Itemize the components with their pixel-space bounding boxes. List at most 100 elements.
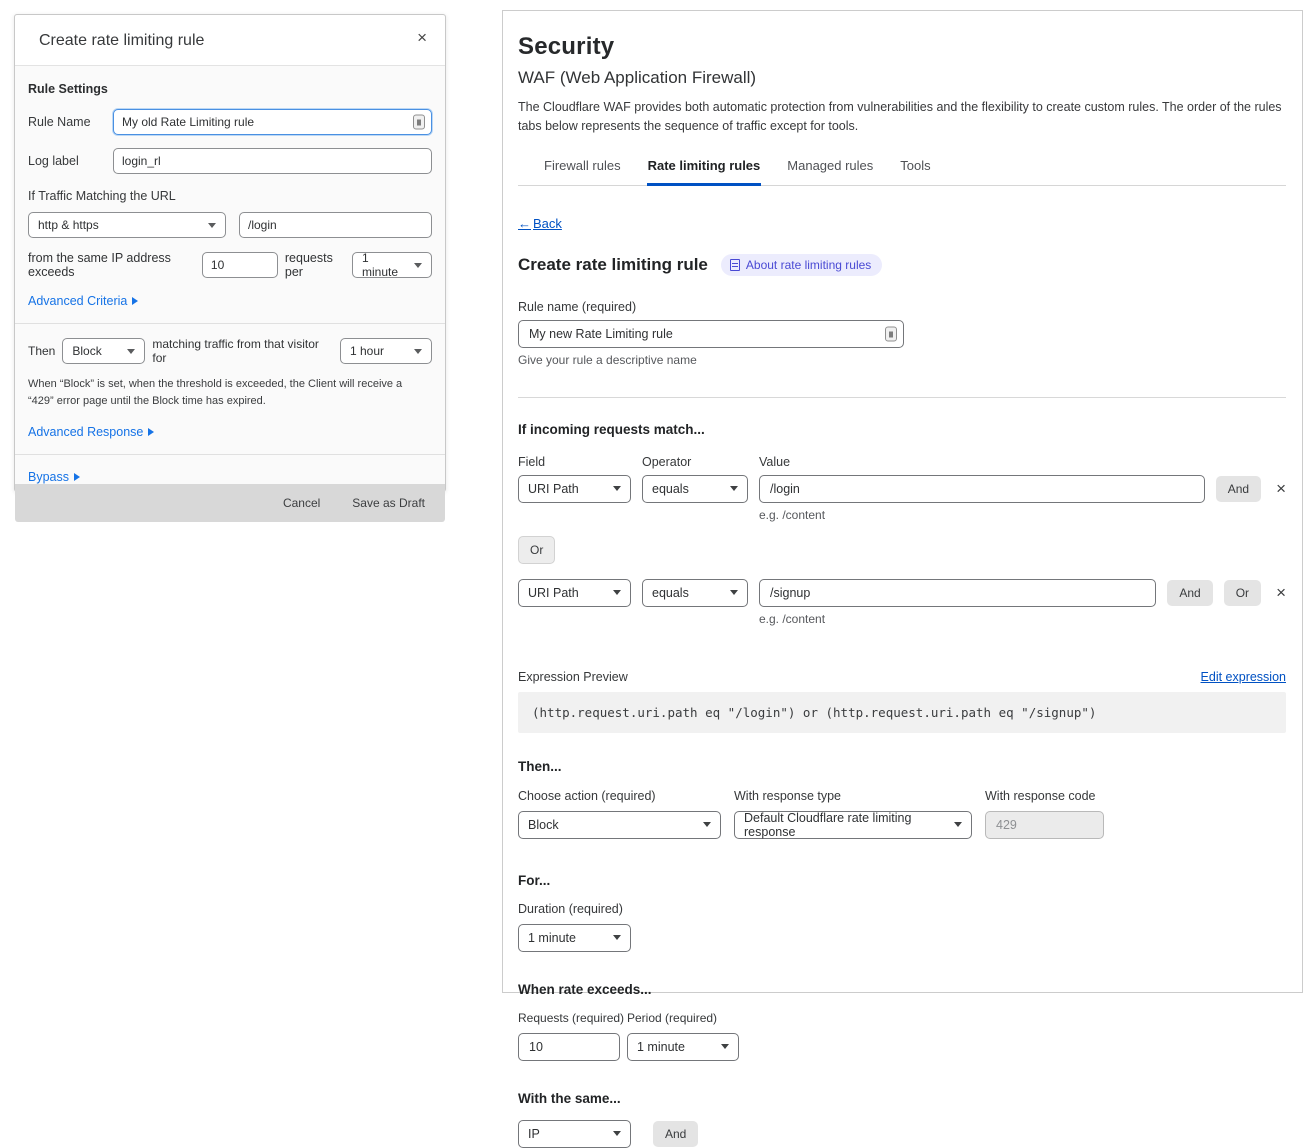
traffic-match-label: If Traffic Matching the URL — [28, 189, 432, 203]
condition-row: URI Path equals And Or × — [518, 579, 1286, 607]
rate-heading: When rate exceeds... — [518, 982, 1286, 997]
operator-select-value: equals — [652, 482, 689, 496]
expand-right-icon — [148, 428, 154, 436]
about-badge-label: About rate limiting rules — [746, 258, 871, 272]
action-select-value: Block — [72, 344, 101, 358]
operator-select[interactable]: equals — [642, 579, 748, 607]
advanced-criteria-link[interactable]: Advanced Criteria — [28, 294, 138, 308]
characteristic-value: IP — [528, 1127, 540, 1141]
chevron-down-icon — [721, 1044, 729, 1049]
then-middle-text: matching traffic from that visitor for — [152, 337, 333, 365]
log-label-input-wrap — [113, 148, 432, 174]
value-input[interactable] — [759, 475, 1205, 503]
chevron-down-icon — [414, 349, 422, 354]
page-subtitle: WAF (Web Application Firewall) — [518, 68, 1286, 88]
characteristic-select[interactable]: IP — [518, 1120, 631, 1148]
and-characteristic-button[interactable]: And — [653, 1121, 698, 1147]
response-code-label: With response code — [985, 789, 1105, 803]
operator-select[interactable]: equals — [642, 475, 748, 503]
chevron-down-icon — [613, 1131, 621, 1136]
rule-name-input[interactable] — [518, 320, 904, 348]
chevron-down-icon — [127, 349, 135, 354]
log-label-input[interactable] — [113, 148, 432, 174]
chevron-down-icon — [703, 822, 711, 827]
divider — [15, 323, 445, 324]
remove-condition-icon[interactable]: × — [1276, 584, 1286, 601]
url-input-wrap — [239, 212, 432, 238]
rate-period-value: 1 minute — [637, 1040, 685, 1054]
rate-period-select[interactable]: 1 minute — [627, 1033, 739, 1061]
condition-row: URI Path equals And × — [518, 475, 1286, 503]
autofill-icon[interactable] — [885, 326, 897, 341]
dialog-title: Create rate limiting rule — [39, 32, 204, 49]
rule-name-label: Rule Name — [28, 115, 113, 129]
period-select-value: 1 minute — [362, 251, 406, 279]
action-select[interactable]: Block — [62, 338, 145, 364]
security-waf-panel: Security WAF (Web Application Firewall) … — [502, 10, 1303, 993]
tab-tools[interactable]: Tools — [899, 156, 931, 185]
response-code-input — [985, 811, 1104, 839]
choose-action-select[interactable]: Block — [518, 811, 721, 839]
bypass-link[interactable]: Bypass — [28, 470, 80, 484]
form-heading: Create rate limiting rule — [518, 255, 708, 275]
url-input[interactable] — [239, 212, 432, 238]
value-input[interactable] — [759, 579, 1156, 607]
choose-action-label: Choose action (required) — [518, 789, 721, 803]
then-label: Then — [28, 344, 55, 358]
close-icon[interactable]: × — [413, 25, 431, 50]
chevron-down-icon — [208, 223, 216, 228]
rule-settings-heading: Rule Settings — [28, 82, 432, 96]
tab-rate-limiting-rules[interactable]: Rate limiting rules — [647, 156, 762, 185]
edit-expression-link[interactable]: Edit expression — [1201, 670, 1286, 684]
rule-name-input-wrap — [518, 320, 904, 348]
advanced-response-link[interactable]: Advanced Response — [28, 425, 154, 439]
or-button[interactable]: Or — [1224, 580, 1261, 606]
and-button[interactable]: And — [1167, 580, 1212, 606]
and-button[interactable]: And — [1216, 476, 1261, 502]
scheme-select-value: http & https — [38, 218, 99, 232]
match-heading: If incoming requests match... — [518, 422, 1286, 437]
threshold-prefix-text: from the same IP address exceeds — [28, 251, 195, 279]
field-column-label: Field — [518, 455, 631, 469]
save-as-draft-button[interactable]: Save as Draft — [352, 496, 425, 510]
or-button[interactable]: Or — [518, 536, 555, 564]
expand-right-icon — [132, 297, 138, 305]
dialog-footer: Cancel Save as Draft — [15, 484, 445, 522]
advanced-response-label: Advanced Response — [28, 425, 143, 439]
tab-firewall-rules[interactable]: Firewall rules — [543, 156, 622, 185]
operator-select-value: equals — [652, 586, 689, 600]
requests-input[interactable] — [518, 1033, 620, 1061]
back-link[interactable]: ←Back — [518, 216, 562, 231]
period-select[interactable]: 1 minute — [352, 252, 432, 278]
block-note-text: When “Block” is set, when the threshold … — [28, 376, 432, 410]
rule-name-input[interactable] — [113, 109, 432, 135]
duration-select[interactable]: 1 minute — [518, 924, 631, 952]
about-rate-limiting-rules-badge[interactable]: About rate limiting rules — [721, 254, 882, 276]
rule-name-input-wrap — [113, 109, 432, 135]
expression-preview-label: Expression Preview — [518, 670, 628, 684]
waf-tabs: Firewall rules Rate limiting rules Manag… — [518, 156, 1286, 186]
operator-column-label: Operator — [642, 455, 748, 469]
cancel-button[interactable]: Cancel — [283, 496, 320, 510]
chevron-down-icon — [613, 935, 621, 940]
remove-condition-icon[interactable]: × — [1276, 480, 1286, 497]
response-type-value: Default Cloudflare rate limiting respons… — [744, 811, 946, 839]
block-duration-value: 1 hour — [350, 344, 384, 358]
back-arrow-icon: ← — [518, 216, 531, 231]
tab-managed-rules[interactable]: Managed rules — [786, 156, 874, 185]
field-select[interactable]: URI Path — [518, 579, 631, 607]
then-heading: Then... — [518, 759, 1286, 774]
requests-count-input[interactable] — [202, 252, 278, 278]
scheme-select[interactable]: http & https — [28, 212, 226, 238]
block-duration-select[interactable]: 1 hour — [340, 338, 432, 364]
create-rate-limiting-rule-dialog: Create rate limiting rule × Rule Setting… — [14, 14, 446, 492]
autofill-icon[interactable] — [413, 115, 425, 130]
dialog-body: Rule Settings Rule Name Log label If Tra… — [15, 66, 445, 484]
value-helper: e.g. /content — [759, 508, 1286, 522]
response-type-select[interactable]: Default Cloudflare rate limiting respons… — [734, 811, 972, 839]
field-select[interactable]: URI Path — [518, 475, 631, 503]
log-label-label: Log label — [28, 154, 113, 168]
dialog-header: Create rate limiting rule × — [15, 15, 445, 66]
value-column-label: Value — [759, 455, 1286, 469]
threshold-middle-text: requests per — [285, 251, 345, 279]
